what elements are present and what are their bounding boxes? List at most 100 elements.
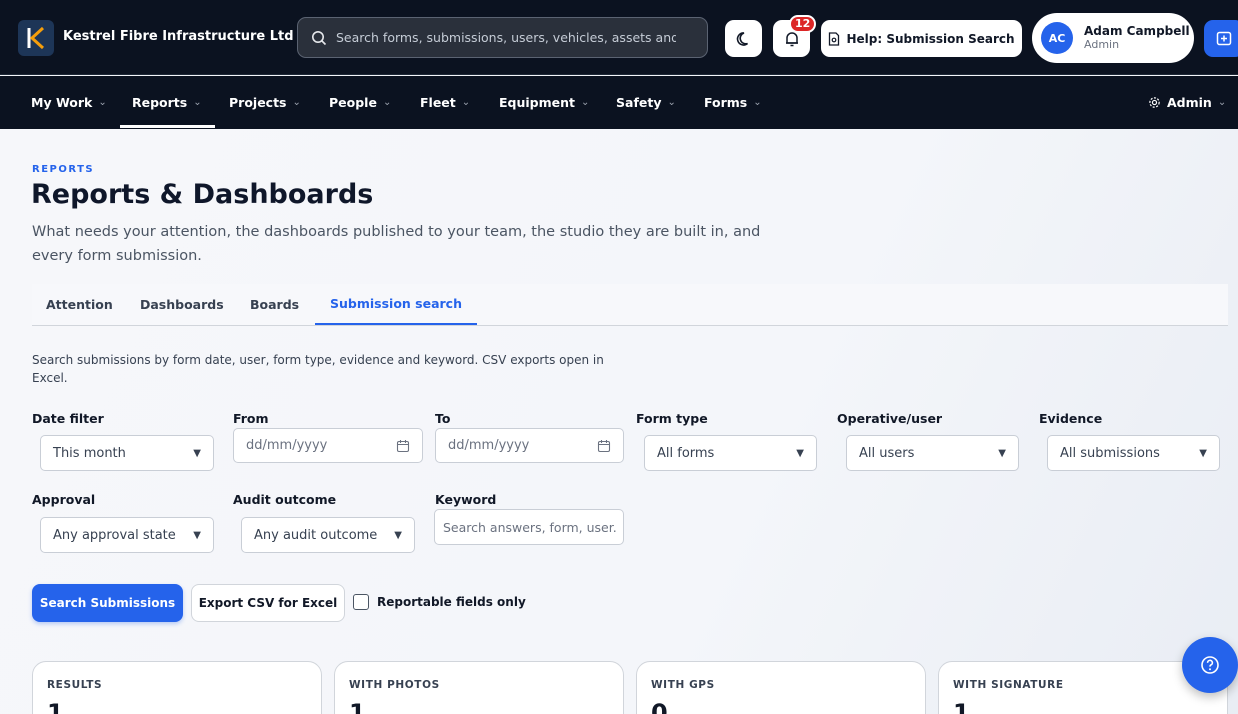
nav-label: Admin: [1167, 95, 1212, 110]
audit-outcome-value: Any audit outcome: [254, 527, 378, 543]
from-date-placeholder: dd/mm/yyyy: [246, 438, 328, 453]
avatar: AC: [1041, 22, 1073, 54]
chevron-down-icon: ⌄: [382, 97, 392, 108]
stat-label: WITH SIGNATURE: [953, 679, 1064, 691]
floating-help-button[interactable]: [1182, 637, 1238, 693]
question-circle-icon: [1201, 656, 1219, 674]
help-button-label: Help: Submission Search: [846, 31, 1015, 46]
page-description: What needs your attention, the dashboard…: [32, 224, 761, 264]
gear-icon: [1149, 97, 1160, 108]
nav-item-reports[interactable]: Reports ⌄: [132, 76, 202, 129]
nav-item-safety[interactable]: Safety ⌄: [616, 76, 676, 129]
global-search[interactable]: [297, 17, 708, 58]
nav-item-my-work[interactable]: My Work ⌄: [31, 76, 107, 129]
form-type-value: All forms: [657, 445, 715, 461]
chevron-down-icon: ⌄: [98, 97, 107, 108]
chevron-down-icon: ⌄: [193, 97, 202, 108]
audit-outcome-label: Audit outcome: [233, 492, 337, 507]
nav-item-fleet[interactable]: Fleet ⌄: [420, 76, 470, 129]
tab-submission-search[interactable]: Submission search: [315, 284, 477, 325]
nav-item-admin[interactable]: Admin ⌄: [1148, 76, 1226, 129]
export-csv-button[interactable]: Export CSV for Excel: [191, 584, 345, 622]
search-input[interactable]: [336, 30, 676, 45]
evidence-select[interactable]: All submissions ▼: [1047, 435, 1220, 471]
reportable-fields-checkbox[interactable]: [353, 594, 369, 610]
chevron-down-icon: ▼: [796, 447, 804, 459]
nav-item-forms[interactable]: Forms ⌄: [704, 76, 762, 129]
company-name: Kestrel Fibre Infrastructure Ltd: [63, 29, 294, 44]
chevron-down-icon: ▼: [193, 447, 201, 459]
tab-boards[interactable]: Boards: [250, 284, 299, 325]
calendar-icon[interactable]: [396, 439, 410, 453]
to-label: To: [435, 411, 451, 426]
page-eyebrow: REPORTS: [32, 164, 95, 175]
nav-item-equipment[interactable]: Equipment ⌄: [499, 76, 589, 129]
tab-attention[interactable]: Attention: [46, 284, 113, 325]
nav-label: Safety: [616, 95, 662, 110]
audit-outcome-select[interactable]: Any audit outcome ▼: [241, 517, 415, 553]
stat-value: 1: [47, 699, 64, 714]
stat-card-with-photos: WITH PHOTOS 1: [334, 661, 624, 714]
calendar-icon[interactable]: [597, 439, 611, 453]
form-type-label: Form type: [636, 411, 708, 426]
user-menu[interactable]: AC Adam Campbell Admin: [1032, 13, 1194, 63]
chevron-down-icon: ▼: [1199, 447, 1207, 459]
approval-value: Any approval state: [53, 527, 176, 543]
theme-toggle-button[interactable]: [725, 20, 762, 57]
keyword-placeholder: Search answers, form, user.: [443, 519, 617, 535]
chevron-down-icon: ▼: [193, 529, 201, 541]
nav-item-projects[interactable]: Projects ⌄: [229, 76, 301, 129]
stat-label: WITH PHOTOS: [349, 679, 440, 691]
chevron-down-icon: ▼: [998, 447, 1006, 459]
evidence-value: All submissions: [1060, 445, 1160, 461]
nav-label: Equipment: [499, 95, 575, 110]
date-filter-select[interactable]: This month ▼: [40, 435, 214, 471]
stat-value: 1: [953, 699, 970, 714]
page-title: Reports & Dashboards: [31, 179, 374, 210]
main-nav: My Work ⌄ Reports ⌄ Projects ⌄ People ⌄ …: [0, 76, 1238, 129]
stat-label: WITH GPS: [651, 679, 715, 691]
to-date-input[interactable]: dd/mm/yyyy: [435, 428, 624, 463]
approval-label: Approval: [32, 492, 96, 507]
operative-value: All users: [859, 445, 915, 461]
chevron-down-icon: ⌄: [292, 97, 301, 108]
add-note-icon: [1216, 31, 1232, 45]
from-label: From: [233, 411, 269, 426]
top-bar: Kestrel Fibre Infrastructure Ltd 12 Help…: [0, 0, 1238, 75]
date-filter-label: Date filter: [32, 411, 104, 426]
nav-active-indicator: [120, 125, 215, 128]
document-icon: [829, 31, 840, 46]
stat-value: 0: [651, 699, 668, 714]
nav-label: Reports: [132, 95, 188, 110]
approval-select[interactable]: Any approval state ▼: [40, 517, 214, 553]
from-date-input[interactable]: dd/mm/yyyy: [233, 428, 423, 463]
chevron-down-icon: ⌄: [1217, 97, 1227, 108]
nav-item-people[interactable]: People ⌄: [329, 76, 391, 129]
stat-label: RESULTS: [47, 679, 103, 691]
user-name: Adam Campbell: [1084, 24, 1190, 38]
operative-select[interactable]: All users ▼: [846, 435, 1019, 471]
operative-label: Operative/user: [837, 411, 943, 426]
help-button[interactable]: Help: Submission Search: [821, 20, 1022, 57]
search-submissions-button[interactable]: Search Submissions: [32, 584, 183, 622]
moon-icon: [736, 31, 748, 46]
chevron-down-icon: ⌄: [581, 97, 590, 108]
search-icon: [312, 30, 327, 45]
to-date-placeholder: dd/mm/yyyy: [448, 438, 530, 453]
stat-value: 1: [349, 699, 366, 714]
user-role: Admin: [1084, 38, 1120, 51]
keyword-label: Keyword: [435, 492, 497, 507]
company-logo[interactable]: [18, 20, 54, 56]
logo-k-icon: [27, 26, 45, 50]
keyword-input[interactable]: Search answers, form, user.: [434, 509, 624, 545]
chevron-down-icon: ▼: [394, 529, 402, 541]
reportable-fields-label: Reportable fields only: [377, 595, 526, 609]
nav-label: Forms: [704, 95, 748, 110]
report-tabs: Attention Dashboards Boards Submission s…: [32, 284, 1228, 326]
new-item-button[interactable]: [1204, 20, 1238, 57]
notification-count-badge: 12: [789, 15, 817, 33]
reportable-fields-toggle[interactable]: Reportable fields only: [353, 594, 526, 610]
evidence-label: Evidence: [1039, 411, 1103, 426]
form-type-select[interactable]: All forms ▼: [644, 435, 817, 471]
tab-dashboards[interactable]: Dashboards: [140, 284, 224, 325]
